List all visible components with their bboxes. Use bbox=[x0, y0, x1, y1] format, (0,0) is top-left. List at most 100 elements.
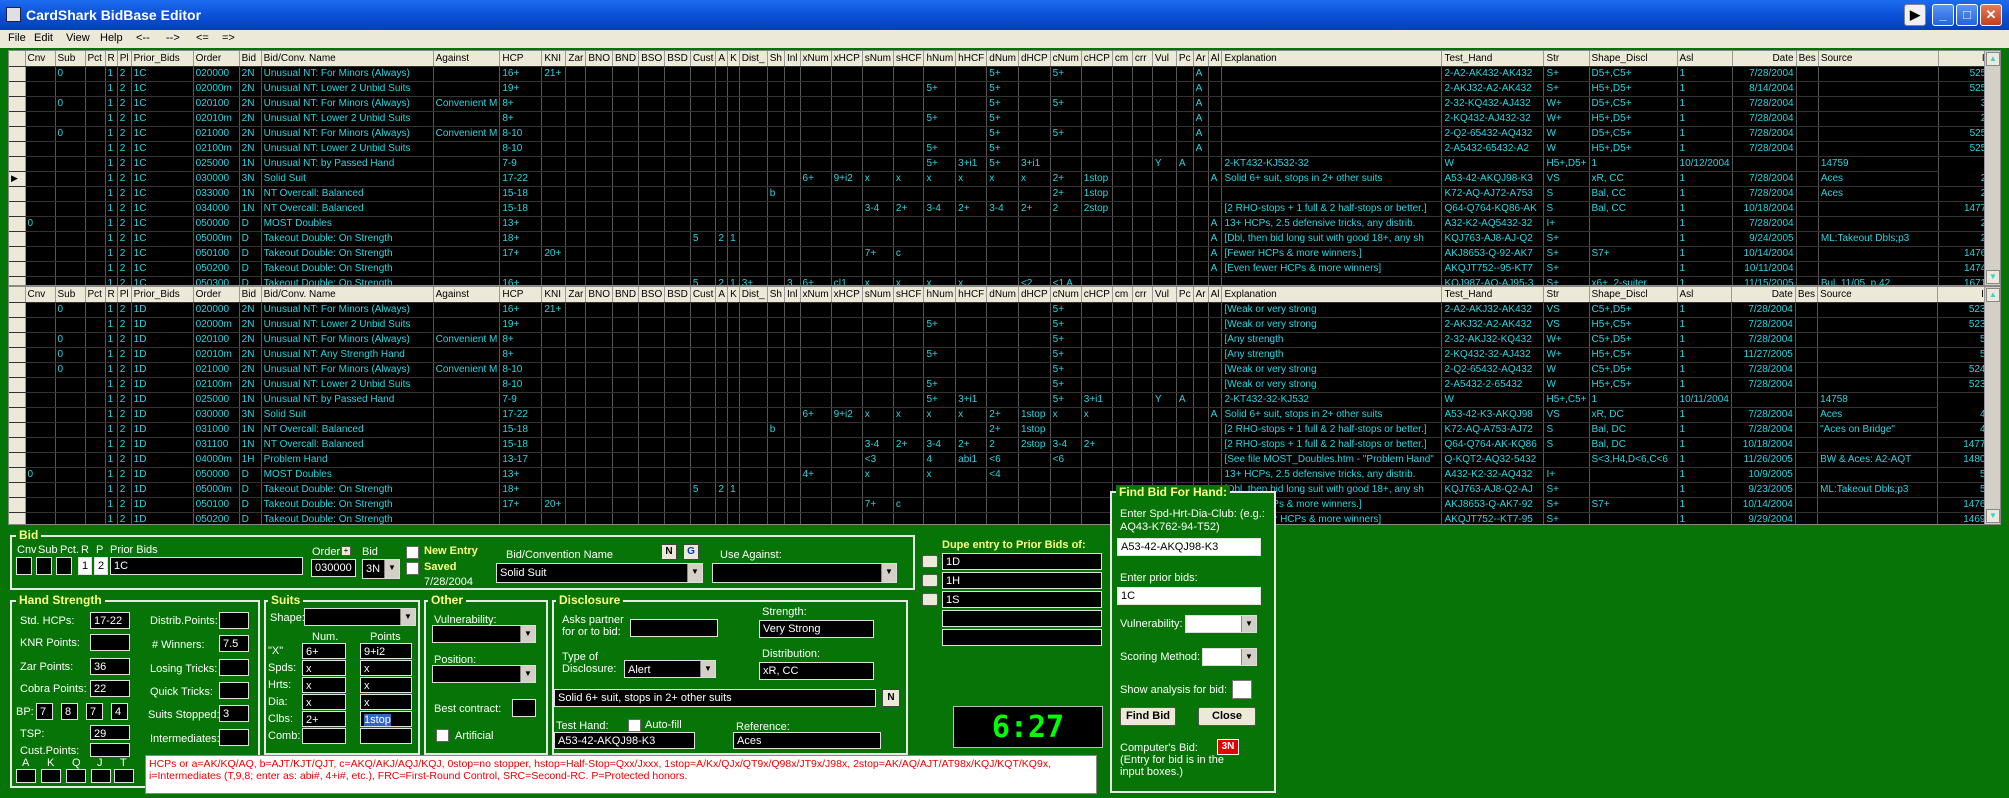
table-cell[interactable]: A53-42-K3-AKQJ98 bbox=[1441, 407, 1545, 423]
table-cell[interactable] bbox=[85, 452, 106, 468]
table-cell[interactable] bbox=[612, 377, 640, 393]
table-cell[interactable] bbox=[727, 246, 740, 262]
table-cell[interactable] bbox=[55, 141, 86, 157]
table-cell[interactable]: 1 bbox=[1677, 261, 1733, 277]
column-header[interactable]: crr bbox=[1132, 287, 1153, 303]
table-cell[interactable] bbox=[1818, 261, 1939, 277]
table-cell[interactable]: 5+ bbox=[1050, 392, 1082, 408]
table-cell[interactable] bbox=[831, 317, 863, 333]
nav-first[interactable]: <= bbox=[196, 32, 209, 44]
table-cell[interactable] bbox=[638, 467, 666, 483]
table-cell[interactable] bbox=[1132, 111, 1153, 127]
table-cell[interactable]: 14759 bbox=[1818, 156, 1939, 172]
table-cell[interactable] bbox=[767, 171, 785, 187]
table-row[interactable]: 1 2 1D 05000m D Takeout Double: On Strength 18… bbox=[9, 482, 1995, 498]
table-cell[interactable] bbox=[612, 512, 640, 524]
table-cell[interactable]: 1D bbox=[131, 377, 194, 393]
table-cell[interactable]: 3-4 bbox=[923, 201, 957, 217]
table-cell[interactable]: 3+i1 bbox=[1018, 156, 1051, 172]
table-row[interactable]: 0 1 2 1D 020100 2N Unusual NT: For Minors (Alw… bbox=[9, 332, 1995, 348]
column-header[interactable]: xNum bbox=[800, 287, 832, 303]
table-cell[interactable] bbox=[1132, 276, 1153, 285]
table-cell[interactable]: 6+ bbox=[800, 276, 832, 285]
table-cell[interactable]: 13+ bbox=[499, 467, 543, 483]
table-cell[interactable]: 0 bbox=[25, 216, 56, 232]
table-cell[interactable]: 2 bbox=[117, 422, 132, 438]
table-cell[interactable] bbox=[784, 171, 801, 187]
table-cell[interactable] bbox=[565, 452, 587, 468]
table-cell[interactable] bbox=[955, 231, 988, 247]
table-cell[interactable]: 1 bbox=[105, 467, 118, 483]
table-cell[interactable] bbox=[923, 302, 957, 318]
table-cell[interactable] bbox=[25, 81, 56, 97]
table-cell[interactable] bbox=[638, 302, 666, 318]
best-contract-field[interactable] bbox=[512, 699, 536, 717]
table-cell[interactable] bbox=[727, 96, 740, 112]
table-cell[interactable]: 020100 bbox=[193, 96, 240, 112]
table-cell[interactable] bbox=[1132, 347, 1153, 363]
table-cell[interactable] bbox=[893, 512, 925, 524]
table-cell[interactable]: 3+ bbox=[739, 276, 768, 285]
table-cell[interactable]: 1 bbox=[1677, 231, 1733, 247]
table-cell[interactable] bbox=[955, 347, 988, 363]
table-cell[interactable]: x bbox=[923, 171, 957, 187]
table-cell[interactable]: W+ bbox=[1543, 96, 1590, 112]
table-cell[interactable]: S7+ bbox=[1589, 497, 1678, 513]
table-row[interactable]: 121D050200DTakeout Double: On StrengthA[… bbox=[9, 512, 1995, 524]
table-cell[interactable] bbox=[433, 407, 501, 423]
table-cell[interactable]: x bbox=[862, 467, 894, 483]
table-cell[interactable] bbox=[690, 246, 717, 262]
table-cell[interactable]: 0 bbox=[55, 347, 86, 363]
table-cell[interactable]: 7/28/2004 bbox=[1732, 111, 1797, 127]
table-cell[interactable]: x bbox=[893, 276, 925, 285]
table-cell[interactable] bbox=[638, 407, 666, 423]
table-cell[interactable] bbox=[433, 81, 501, 97]
table-cell[interactable] bbox=[1081, 261, 1113, 277]
table-cell[interactable] bbox=[1208, 186, 1223, 202]
table-cell[interactable]: Q-KQT2-AQ32-5432 bbox=[1441, 452, 1545, 468]
table-cell[interactable] bbox=[638, 111, 666, 127]
table-cell[interactable] bbox=[1132, 171, 1153, 187]
table-cell[interactable] bbox=[585, 261, 614, 277]
column-header[interactable]: sHCF bbox=[893, 51, 925, 67]
table-cell[interactable] bbox=[541, 141, 567, 157]
table-cell[interactable] bbox=[612, 302, 640, 318]
table-cell[interactable]: Unusual NT: Lower 2 Unbid Suits bbox=[261, 111, 434, 127]
table-cell[interactable] bbox=[715, 201, 729, 217]
table-cell[interactable]: 13+ HCPs, 2.5 defensive tricks, any dist… bbox=[1221, 216, 1443, 232]
table-cell[interactable] bbox=[739, 407, 768, 423]
table-cell[interactable]: x6+, 2-suiter bbox=[1589, 276, 1678, 285]
column-header[interactable]: Source bbox=[1817, 287, 1939, 303]
table-cell[interactable]: VS bbox=[1543, 302, 1590, 318]
table-cell[interactable]: Unusual NT: Any Strength Hand bbox=[261, 347, 434, 363]
table-cell[interactable] bbox=[800, 201, 832, 217]
table-cell[interactable]: 1 bbox=[1677, 332, 1732, 348]
table-cell[interactable] bbox=[690, 81, 717, 97]
column-header[interactable]: Cust bbox=[690, 51, 717, 67]
table-cell[interactable] bbox=[1018, 216, 1051, 232]
table-cell[interactable]: 7/28/2004 bbox=[1732, 186, 1797, 202]
table-cell[interactable] bbox=[1050, 81, 1082, 97]
table-cell[interactable]: H5+,C5+ bbox=[1589, 347, 1678, 363]
table-cell[interactable] bbox=[585, 362, 614, 378]
table-cell[interactable]: [2 RHO-stops + 1 full & 2 half-stops or … bbox=[1221, 437, 1443, 453]
table-cell[interactable] bbox=[1112, 141, 1133, 157]
suit-num-field[interactable]: x bbox=[302, 677, 346, 693]
table-cell[interactable]: 7/28/2004 bbox=[1731, 332, 1796, 348]
table-cell[interactable] bbox=[784, 111, 801, 127]
table-cell[interactable]: 5 bbox=[690, 276, 717, 285]
table-cell[interactable] bbox=[1112, 96, 1133, 112]
table-cell[interactable]: 10/18/2004 bbox=[1732, 201, 1797, 217]
table-cell[interactable]: D bbox=[239, 216, 262, 232]
table-cell[interactable] bbox=[565, 201, 587, 217]
table-cell[interactable] bbox=[767, 332, 785, 348]
column-header[interactable]: crr bbox=[1132, 51, 1153, 67]
table-cell[interactable] bbox=[690, 512, 717, 524]
table-cell[interactable] bbox=[862, 302, 894, 318]
table-cell[interactable] bbox=[1795, 377, 1819, 393]
table-cell[interactable] bbox=[1018, 186, 1051, 202]
table-cell[interactable]: 1 bbox=[1677, 246, 1733, 262]
table-cell[interactable]: 1D bbox=[131, 422, 194, 438]
table-cell[interactable] bbox=[715, 216, 729, 232]
table-cell[interactable]: x bbox=[955, 171, 988, 187]
